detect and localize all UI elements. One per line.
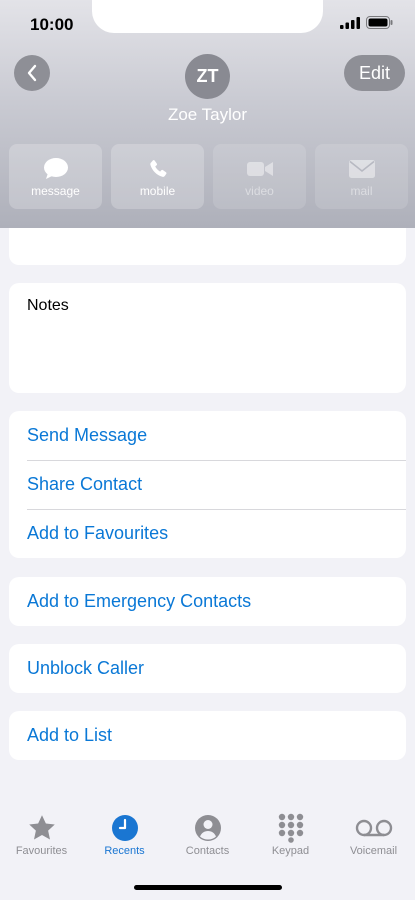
add-to-emergency-contacts-button[interactable]: Add to Emergency Contacts [9, 577, 406, 626]
voicemail-icon [355, 811, 393, 845]
tab-contacts-label: Contacts [185, 845, 230, 857]
mail-action-label: mail [350, 183, 373, 198]
add-list-card: Add to List [9, 711, 406, 760]
emergency-card: Add to Emergency Contacts [9, 577, 406, 626]
device-notch [92, 0, 323, 33]
tab-favourites[interactable]: Favourites [0, 805, 83, 875]
video-action-button[interactable]: video [213, 144, 306, 209]
clock-icon [111, 811, 139, 845]
tab-recents[interactable]: Recents [83, 805, 166, 875]
message-bubble-icon [43, 156, 69, 182]
home-indicator [134, 885, 282, 890]
send-message-button[interactable]: Send Message [9, 411, 406, 460]
chevron-left-icon [27, 64, 37, 82]
add-to-list-button[interactable]: Add to List [9, 711, 406, 760]
star-icon [27, 811, 57, 845]
phone-icon [147, 156, 169, 182]
contact-header: 10:00 Edit ZT Zoe Taylor message mobile … [0, 0, 415, 228]
tab-keypad[interactable]: Keypad [249, 805, 332, 875]
back-button[interactable] [14, 55, 50, 91]
add-to-favourites-button[interactable]: Add to Favourites [9, 509, 406, 558]
unblock-card: Unblock Caller [9, 644, 406, 693]
edit-button[interactable]: Edit [344, 55, 405, 91]
tab-bar: Favourites Recents Contacts Keypad Voice… [0, 805, 415, 875]
battery-icon [366, 16, 393, 29]
message-action-button[interactable]: message [9, 144, 102, 209]
message-action-label: message [31, 183, 80, 198]
signal-icon [340, 16, 360, 29]
status-icons [340, 16, 393, 29]
mail-action-button[interactable]: mail [315, 144, 408, 209]
quick-actions: message mobile video mail [9, 144, 408, 209]
status-time: 10:00 [30, 15, 74, 34]
tab-contacts[interactable]: Contacts [166, 805, 249, 875]
person-circle-icon [194, 811, 222, 845]
notes-label: Notes [27, 297, 69, 314]
options-group: Send Message Share Contact Add to Favour… [9, 411, 406, 558]
tab-voicemail-label: Voicemail [349, 845, 398, 857]
phone-screen: Notes Send Message Share Contact Add to … [0, 0, 415, 900]
video-action-label: video [245, 183, 274, 198]
mobile-action-button[interactable]: mobile [111, 144, 204, 209]
tab-favourites-label: Favourites [15, 845, 68, 857]
contact-name: Zoe Taylor [167, 105, 248, 124]
unblock-caller-button[interactable]: Unblock Caller [9, 644, 406, 693]
avatar: ZT [185, 54, 230, 99]
share-contact-button[interactable]: Share Contact [9, 460, 406, 509]
tab-recents-label: Recents [104, 845, 145, 857]
envelope-icon [348, 156, 376, 182]
tab-voicemail[interactable]: Voicemail [332, 805, 415, 875]
keypad-icon [276, 811, 306, 845]
tab-keypad-label: Keypad [271, 845, 310, 857]
mobile-action-label: mobile [139, 183, 176, 198]
video-camera-icon [246, 156, 274, 182]
notes-card[interactable]: Notes [9, 283, 406, 393]
